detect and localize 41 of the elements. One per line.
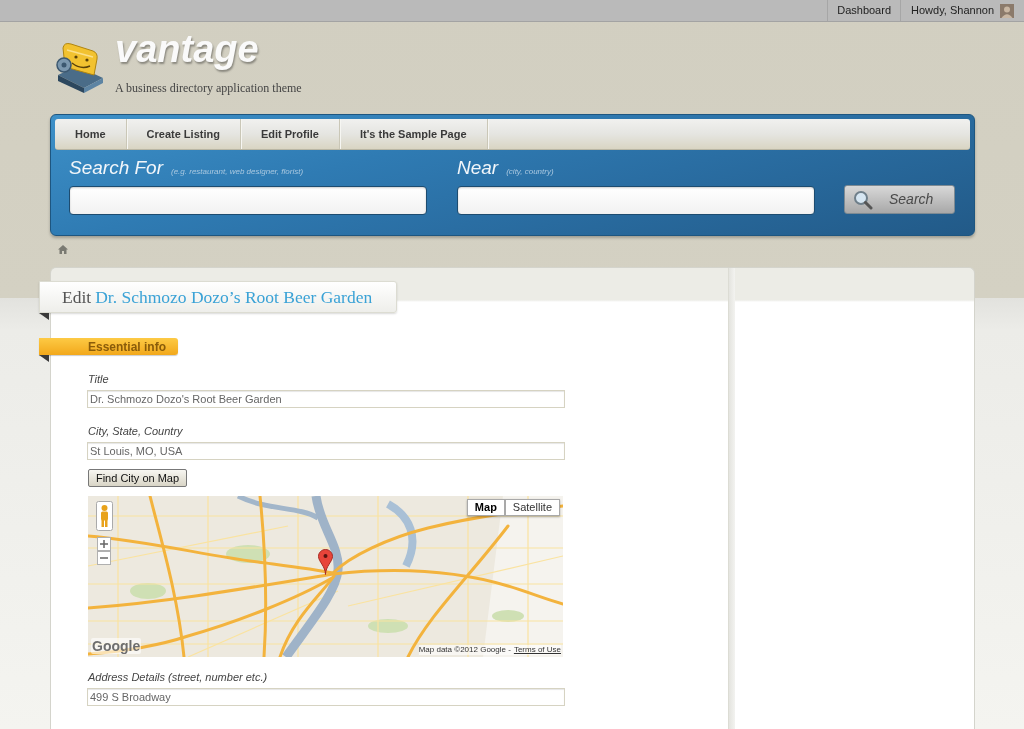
site-tagline: A business directory application theme xyxy=(115,81,302,95)
search-input[interactable] xyxy=(69,186,427,215)
map-logo: Google xyxy=(91,638,142,654)
search-label: Search For xyxy=(69,156,163,180)
site-title: vantage xyxy=(115,27,259,72)
search-input[interactable] xyxy=(457,186,815,215)
map-pin-icon[interactable] xyxy=(318,549,333,575)
map-type-button[interactable]: Map xyxy=(466,499,505,516)
nav-link[interactable]: It's the Sample Page xyxy=(340,119,488,149)
text-input[interactable]: St Louis, MO, USA xyxy=(87,442,565,460)
nav-link[interactable]: Create Listing xyxy=(126,119,241,149)
admin-bar-link[interactable]: Dashboard xyxy=(827,0,901,21)
field-label: City, State, Country xyxy=(88,424,183,438)
search-label: Near xyxy=(457,156,499,180)
nav-link[interactable]: Home xyxy=(55,119,127,149)
field-label: Address Details (street, number etc.) xyxy=(88,670,268,684)
map-type-button[interactable]: Satellite xyxy=(504,499,560,516)
search-hint: (e.g. restaurant, web designer, florist) xyxy=(171,167,304,177)
fold-corner-icon xyxy=(39,313,49,320)
zoom-in-button[interactable] xyxy=(97,537,111,551)
search-button[interactable]: Search xyxy=(844,185,955,214)
zoom-out-button[interactable] xyxy=(97,551,111,565)
section-heading: Essential info xyxy=(39,338,178,355)
field-label: Title xyxy=(88,372,109,386)
find-city-button[interactable]: Find City on Map xyxy=(88,469,187,487)
avatar-icon xyxy=(1000,3,1014,18)
page-title: Edit Dr. Schmozo Dozo’s Root Beer Garden xyxy=(39,281,397,313)
card-file-icon xyxy=(55,40,105,93)
home-icon[interactable] xyxy=(58,245,68,254)
nav-link[interactable]: Edit Profile xyxy=(240,119,340,149)
text-input[interactable]: Dr. Schmozo Dozo's Root Beer Garden xyxy=(87,390,565,408)
terms-link[interactable]: Terms of Use xyxy=(513,645,561,655)
text-input[interactable]: 499 S Broadway xyxy=(87,688,565,706)
plus-icon xyxy=(100,540,108,548)
fold-corner-icon xyxy=(39,355,49,362)
account-link[interactable]: Howdy, Shannon xyxy=(900,0,1024,21)
map-attribution: Map data ©2012 Google - xyxy=(418,645,511,655)
search-hint: (city, country) xyxy=(506,167,554,177)
search-icon xyxy=(853,189,873,210)
person-icon[interactable] xyxy=(96,501,113,531)
minus-icon xyxy=(100,557,108,559)
